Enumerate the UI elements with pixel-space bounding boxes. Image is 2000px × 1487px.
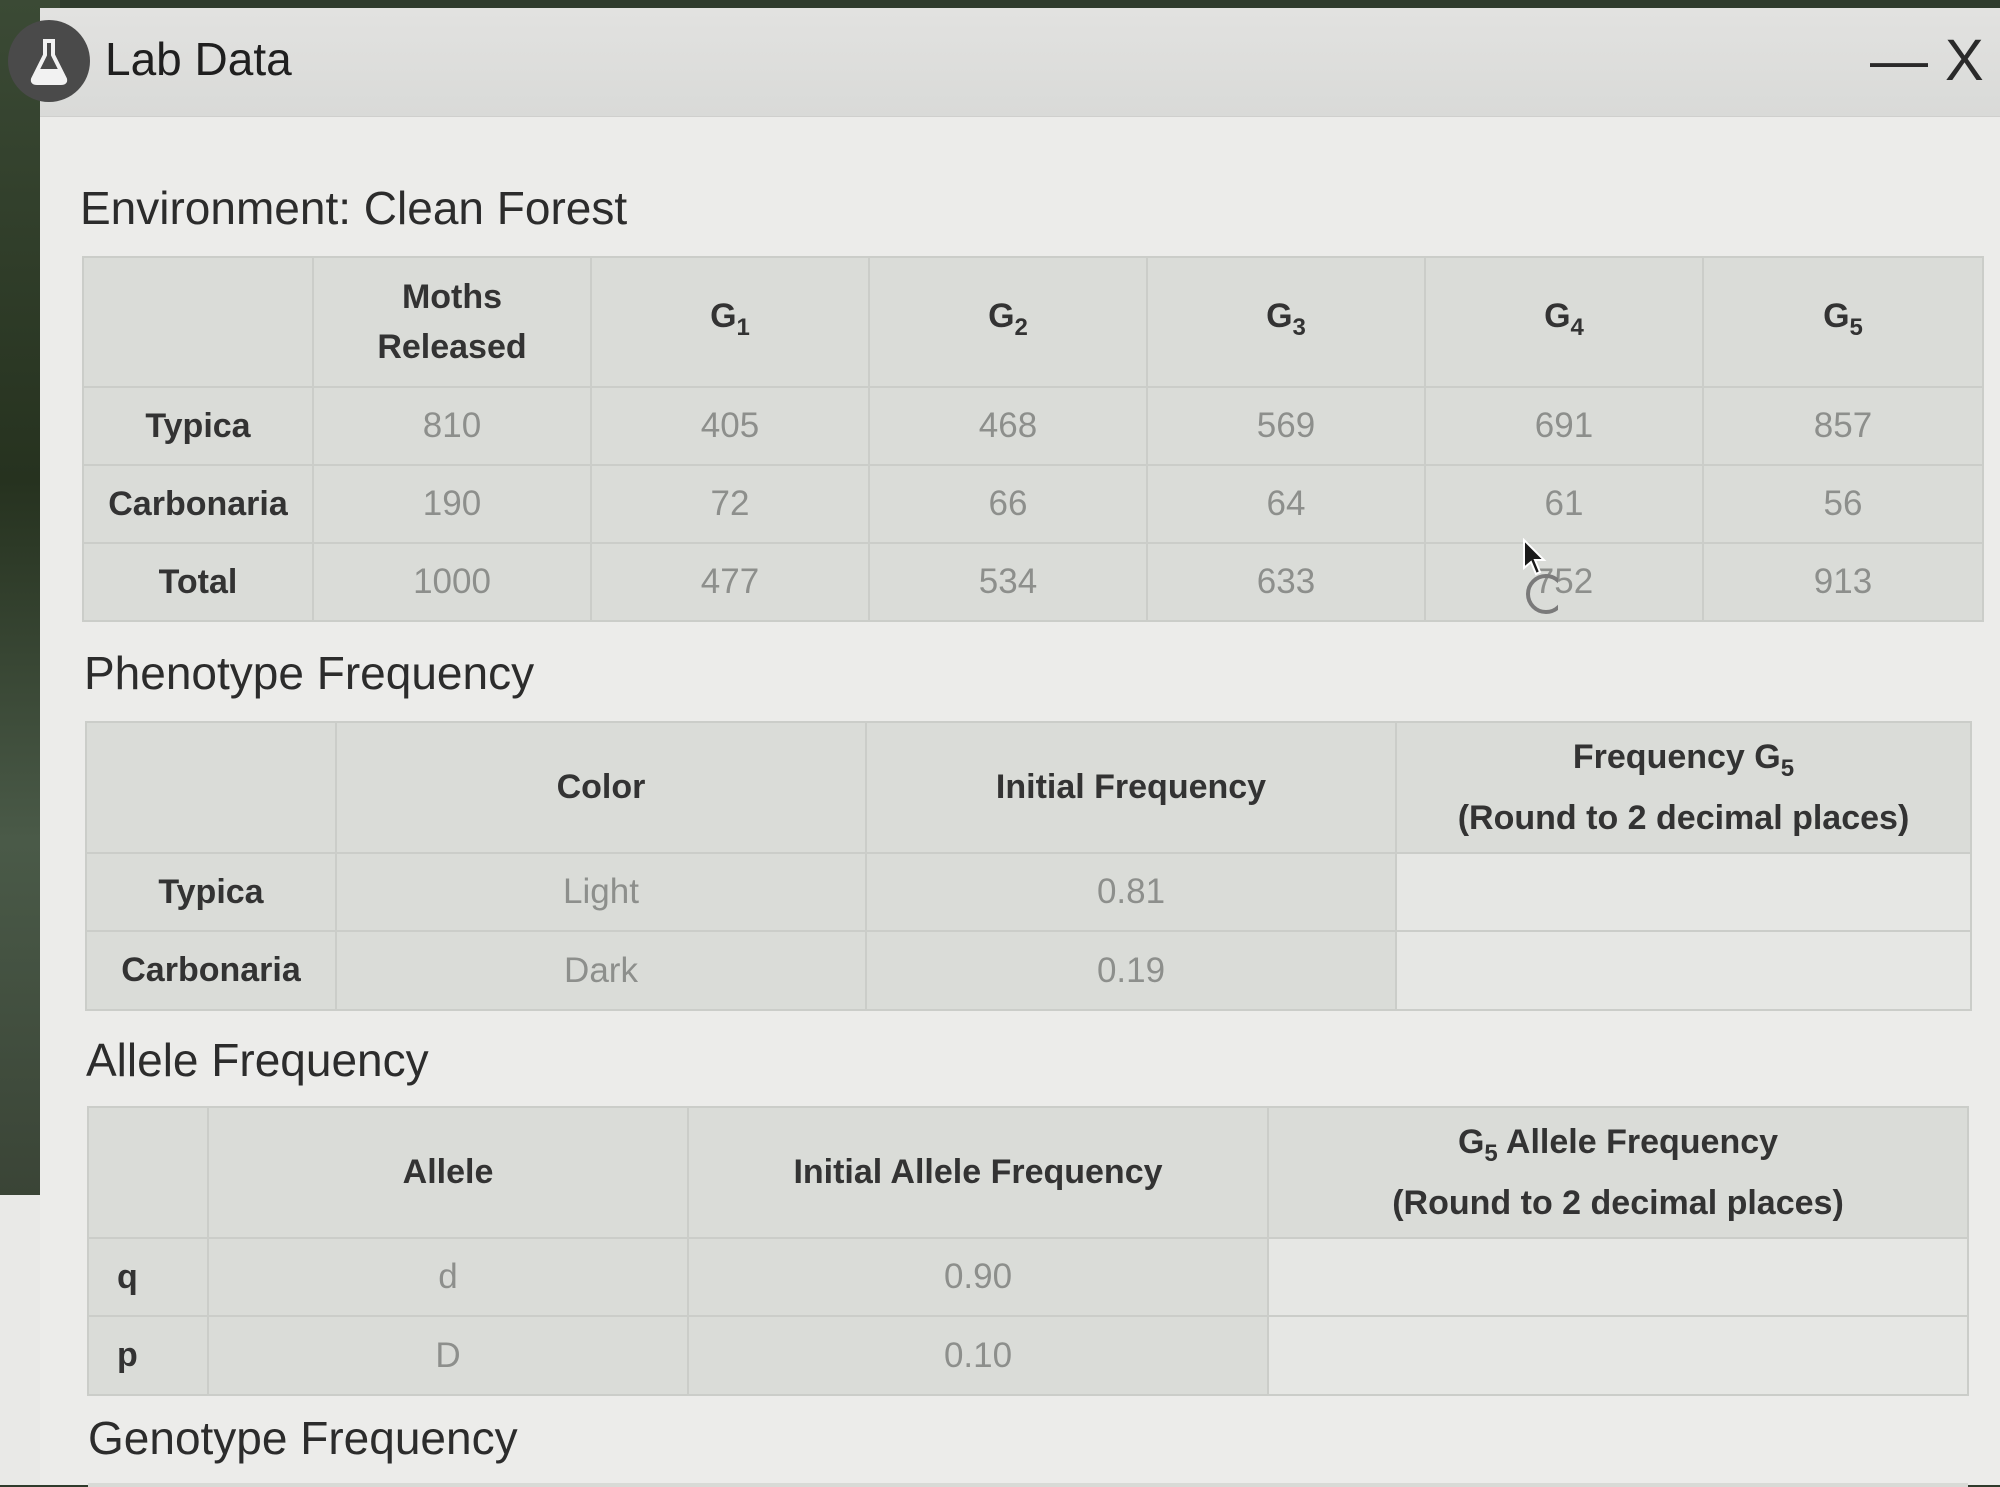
- row-label: Total: [82, 542, 314, 622]
- phenotype-title: Phenotype Frequency: [84, 647, 535, 699]
- row-label: Carbonaria: [82, 464, 314, 544]
- flask-icon: [8, 20, 90, 102]
- g5-label: G: [1823, 297, 1850, 336]
- cell: 61: [1424, 464, 1704, 544]
- minimize-button[interactable]: —: [1870, 26, 1928, 96]
- moths-header-g2: G2: [868, 256, 1148, 388]
- g5-answer-field[interactable]: [1395, 930, 1972, 1011]
- moths-header-g5: G5: [1702, 256, 1984, 388]
- table-row: Total 1000 477 534 633 752 913: [82, 542, 1984, 622]
- g2-label: G: [988, 297, 1015, 336]
- table-row: Carbonaria Dark 0.19: [85, 930, 1972, 1011]
- g5-header-text: Frequency G: [1572, 737, 1781, 776]
- environment-title: Environment: Clean Forest: [80, 182, 628, 234]
- g5-answer-field[interactable]: [1267, 1315, 1969, 1396]
- cell-color: Light: [335, 851, 867, 933]
- moths-header-blank: [82, 256, 314, 388]
- cell: 1000: [312, 542, 592, 622]
- allele-header-initial: Initial Allele Frequency: [687, 1106, 1269, 1239]
- allele-g5-pre: G: [1457, 1122, 1485, 1161]
- cell: 534: [868, 542, 1148, 622]
- moths-header-g4: G4: [1424, 256, 1704, 388]
- cell-initial: 0.81: [865, 851, 1397, 933]
- g5-header-sub: 5: [1780, 754, 1795, 782]
- cell: 468: [868, 386, 1148, 466]
- phenotype-table: Color Initial Frequency Frequency G5 (Ro…: [85, 721, 1972, 1011]
- phenotype-header-color: Color: [335, 721, 867, 854]
- cell: 56: [1702, 464, 1984, 544]
- moths-header-released: Moths Released: [312, 256, 592, 388]
- allele-g5-text: Allele Frequency: [1497, 1122, 1779, 1161]
- g4-label: G: [1544, 297, 1571, 336]
- cell: 190: [312, 464, 592, 544]
- cell: 913: [1702, 542, 1984, 622]
- released-line2: Released: [377, 328, 527, 366]
- allele-g5-line2: (Round to 2 decimal places): [1392, 1184, 1844, 1223]
- g5-answer-field[interactable]: [1267, 1236, 1969, 1318]
- window-title: Lab Data: [105, 33, 292, 85]
- cell-color: Dark: [335, 930, 867, 1011]
- phenotype-header-blank: [85, 721, 337, 854]
- row-label: Typica: [85, 851, 337, 933]
- allele-header-blank: [87, 1106, 209, 1239]
- cell: 477: [590, 542, 870, 622]
- allele-header-row: Allele Initial Allele Frequency G5 Allel…: [87, 1106, 1969, 1239]
- moths-header-row: Moths Released G1 G2 G3 G4 G5: [82, 256, 1984, 388]
- cell: 633: [1146, 542, 1426, 622]
- g1-label: G: [710, 297, 737, 336]
- g5-header-line2: (Round to 2 decimal places): [1457, 799, 1910, 838]
- genotype-title: Genotype Frequency: [88, 1412, 518, 1464]
- lab-data-window: Lab Data — X Environment: Clean Forest M…: [8, 8, 2000, 1487]
- moths-header-g3: G3: [1146, 256, 1426, 388]
- table-row: p D 0.10: [87, 1315, 1969, 1396]
- table-row: Typica Light 0.81: [85, 851, 1972, 933]
- cell: 810: [312, 386, 592, 466]
- g5-answer-field[interactable]: [1395, 851, 1972, 933]
- row-label: Typica: [82, 386, 314, 466]
- genotype-table-top-edge: [88, 1483, 1968, 1487]
- phenotype-header-row: Color Initial Frequency Frequency G5 (Ro…: [85, 721, 1972, 854]
- phenotype-header-initial: Initial Frequency: [865, 721, 1397, 854]
- row-label: p: [87, 1315, 209, 1396]
- cell: 66: [868, 464, 1148, 544]
- cell-allele: d: [207, 1236, 689, 1318]
- allele-header-allele: Allele: [207, 1106, 689, 1239]
- g2-sub: 2: [1014, 313, 1028, 341]
- allele-g5-sub: 5: [1484, 1139, 1498, 1167]
- released-line1: Moths: [401, 278, 503, 316]
- close-button[interactable]: X: [1945, 26, 1984, 96]
- row-label: Carbonaria: [85, 930, 337, 1011]
- g3-label: G: [1266, 297, 1293, 336]
- allele-g5-line1: G5 Allele Frequency: [1269, 1117, 1967, 1179]
- cell-initial: 0.10: [687, 1315, 1269, 1396]
- table-row: Carbonaria 190 72 66 64 61 56: [82, 464, 1984, 544]
- g4-sub: 4: [1570, 313, 1584, 341]
- title-bar[interactable]: Lab Data — X: [8, 8, 2000, 117]
- moths-table: Moths Released G1 G2 G3 G4 G5 Typica 810…: [82, 256, 1984, 622]
- g3-sub: 3: [1292, 313, 1306, 341]
- cell: 64: [1146, 464, 1426, 544]
- cell: 405: [590, 386, 870, 466]
- cell: 752: [1424, 542, 1704, 622]
- allele-header-g5: G5 Allele Frequency (Round to 2 decimal …: [1267, 1106, 1969, 1239]
- moths-header-g1: G1: [590, 256, 870, 388]
- cell: 72: [590, 464, 870, 544]
- g1-sub: 1: [736, 313, 750, 341]
- lab-data-content: Environment: Clean Forest Moths Released…: [40, 116, 2000, 1487]
- cell: 691: [1424, 386, 1704, 466]
- allele-title: Allele Frequency: [86, 1034, 429, 1086]
- g5-sub: 5: [1849, 313, 1863, 341]
- cell: 857: [1702, 386, 1984, 466]
- cell-allele: D: [207, 1315, 689, 1396]
- table-row: q d 0.90: [87, 1236, 1969, 1318]
- g5-header-line1: Frequency G5: [1397, 732, 1970, 794]
- table-row: Typica 810 405 468 569 691 857: [82, 386, 1984, 466]
- row-label: q: [87, 1236, 209, 1318]
- phenotype-header-g5: Frequency G5 (Round to 2 decimal places): [1395, 721, 1972, 854]
- allele-table: Allele Initial Allele Frequency G5 Allel…: [87, 1106, 1969, 1396]
- cell-initial: 0.90: [687, 1236, 1269, 1318]
- cell: 569: [1146, 386, 1426, 466]
- cell-initial: 0.19: [865, 930, 1397, 1011]
- mouse-cursor-icon: [1523, 538, 1558, 614]
